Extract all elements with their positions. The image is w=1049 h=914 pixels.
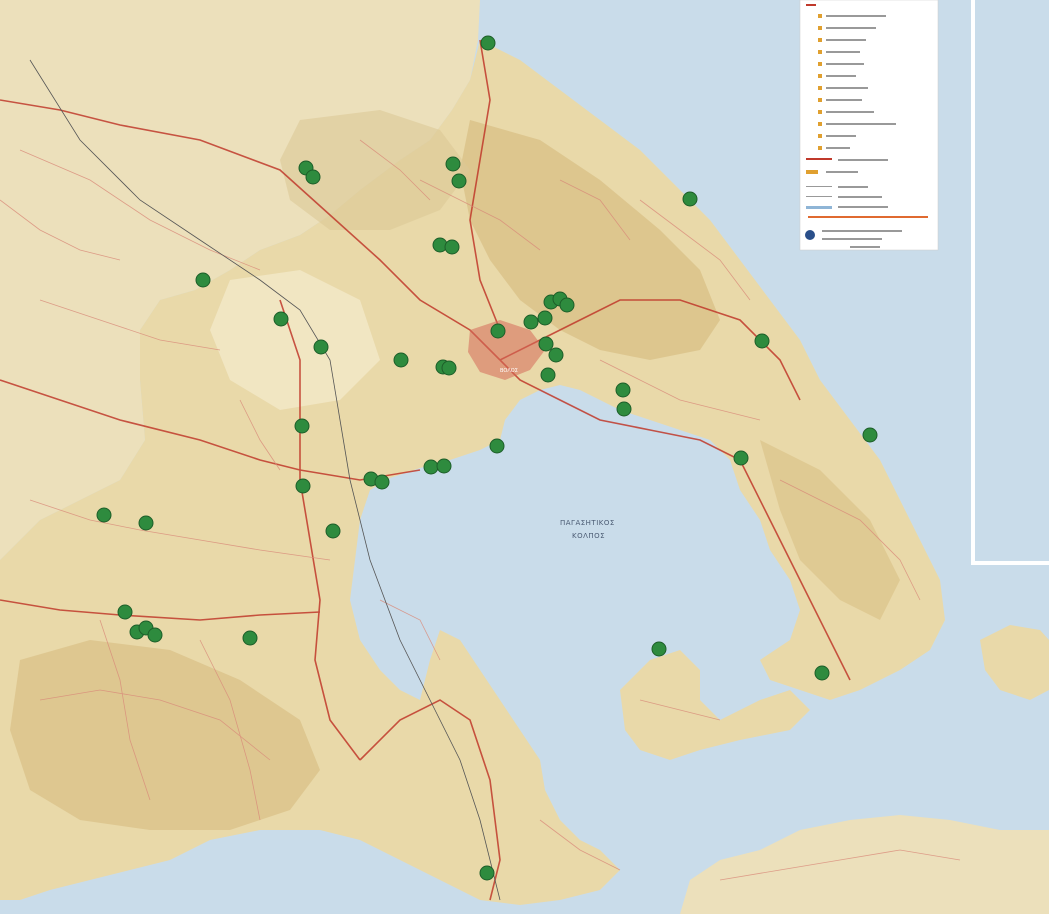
- map-marker[interactable]: [195, 272, 211, 288]
- map-marker[interactable]: [96, 507, 112, 523]
- map-marker[interactable]: [615, 382, 631, 398]
- map-marker[interactable]: [305, 169, 321, 185]
- map-marker[interactable]: [862, 427, 878, 443]
- map-marker[interactable]: [559, 297, 575, 313]
- map-marker[interactable]: [295, 478, 311, 494]
- map-marker[interactable]: [537, 310, 553, 326]
- map-marker[interactable]: [523, 314, 539, 330]
- map-marker[interactable]: [147, 627, 163, 643]
- gulf-label-line2: ΚΟΛΠΟΣ: [572, 532, 605, 540]
- map-marker[interactable]: [540, 367, 556, 383]
- map-marker[interactable]: [451, 173, 467, 189]
- map-marker[interactable]: [651, 641, 667, 657]
- map-marker[interactable]: [444, 239, 460, 255]
- map-marker[interactable]: [138, 515, 154, 531]
- map-marker[interactable]: [117, 604, 133, 620]
- map-marker[interactable]: [374, 474, 390, 490]
- map-marker[interactable]: [441, 360, 457, 376]
- map-marker[interactable]: [490, 323, 506, 339]
- map-marker[interactable]: [548, 347, 564, 363]
- frame-strip: [971, 0, 975, 565]
- map-marker[interactable]: [814, 665, 830, 681]
- map-marker[interactable]: [393, 352, 409, 368]
- map-marker[interactable]: [294, 418, 310, 434]
- map-marker[interactable]: [423, 459, 439, 475]
- map-marker[interactable]: [445, 156, 461, 172]
- map-marker[interactable]: [273, 311, 289, 327]
- map-marker[interactable]: [733, 450, 749, 466]
- frame-strip-bottom: [971, 561, 1049, 565]
- map-marker[interactable]: [616, 401, 632, 417]
- map-marker[interactable]: [325, 523, 341, 539]
- map-marker[interactable]: [479, 865, 495, 881]
- gulf-label-line1: ΠΑΓΑΣΗΤΙΚΟΣ: [560, 519, 615, 527]
- map-marker[interactable]: [313, 339, 329, 355]
- map-marker[interactable]: [754, 333, 770, 349]
- map-marker[interactable]: [682, 191, 698, 207]
- map-canvas[interactable]: ΠΑΓΑΣΗΤΙΚΟΣ ΚΟΛΠΟΣ ΒΟΛΟΣ: [0, 0, 1049, 914]
- map-marker[interactable]: [242, 630, 258, 646]
- map-marker[interactable]: [480, 35, 496, 51]
- map-marker[interactable]: [489, 438, 505, 454]
- map-marker[interactable]: [436, 458, 452, 474]
- map-marker[interactable]: [538, 336, 554, 352]
- city-label-volos: ΒΟΛΟΣ: [500, 368, 518, 374]
